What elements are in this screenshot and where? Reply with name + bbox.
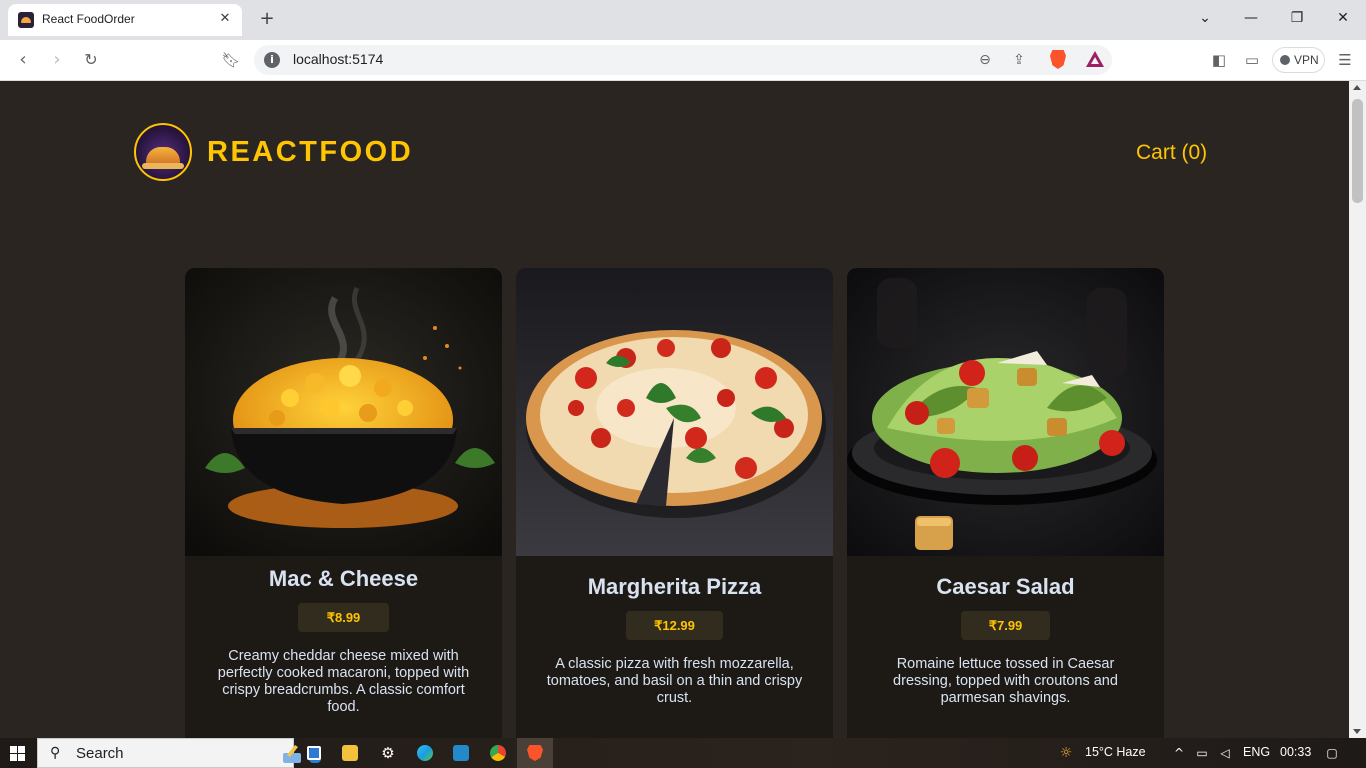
battery-icon[interactable]: ▭	[1194, 745, 1210, 761]
brave-shields-icon[interactable]	[1050, 50, 1066, 69]
meal-card: Mac & Cheese ₹8.99 Creamy cheddar cheese…	[185, 268, 502, 738]
meal-price: ₹12.99	[626, 611, 723, 640]
restore-button[interactable]: ❐	[1274, 4, 1320, 32]
brand-title: REACTFOOD	[207, 136, 414, 168]
page-scrollbar[interactable]	[1349, 81, 1366, 738]
meal-price: ₹7.99	[961, 611, 1050, 640]
logo-plate-shape	[142, 163, 184, 169]
meal-image-mac-cheese	[185, 268, 502, 556]
meal-description: A classic pizza with fresh mozzarella, t…	[546, 656, 803, 706]
menu-icon[interactable]: ☰	[1333, 49, 1357, 71]
browser-tab[interactable]: React FoodOrder ✕	[8, 4, 242, 36]
tab-title: React FoodOrder	[42, 12, 135, 26]
site-info-icon[interactable]: i	[264, 52, 280, 68]
brave-icon	[527, 745, 543, 761]
edge-button[interactable]	[407, 738, 443, 768]
weather-icon[interactable]: ☼	[1055, 745, 1077, 761]
windows-start-icon[interactable]	[10, 746, 25, 761]
search-icon: ⚲	[50, 745, 61, 761]
settings-button[interactable]: ⚙	[370, 738, 406, 768]
wallet-icon[interactable]: ▭	[1240, 49, 1264, 71]
chrome-button[interactable]	[480, 738, 516, 768]
task-view-button[interactable]	[296, 738, 332, 768]
bookmark-icon[interactable]: 🔖︎	[218, 47, 244, 73]
new-tab-button[interactable]: +	[256, 8, 278, 30]
scroll-up-arrow-icon[interactable]	[1353, 85, 1361, 90]
url-text[interactable]: localhost:5174	[293, 51, 383, 67]
minimize-button[interactable]: —	[1228, 4, 1274, 32]
window-close-button[interactable]: ✕	[1320, 4, 1366, 32]
meal-title: Caesar Salad	[936, 574, 1075, 599]
address-bar[interactable]: i localhost:5174 ⊖ ⇪	[254, 45, 1112, 75]
brave-rewards-icon[interactable]	[1086, 51, 1104, 67]
vscode-icon	[453, 745, 469, 761]
vscode-button[interactable]	[443, 738, 479, 768]
tab-close-icon[interactable]: ✕	[216, 10, 234, 28]
meal-price: ₹8.99	[298, 603, 389, 632]
file-explorer-button[interactable]	[332, 738, 368, 768]
reload-button[interactable]: ↻	[78, 47, 104, 73]
vpn-status-icon	[1280, 55, 1290, 65]
vpn-button[interactable]: VPN	[1272, 47, 1325, 73]
browser-toolbar: ‹ › ↻ 🔖︎ i localhost:5174 ⊖ ⇪ ◧ ▭ VPN ☰	[0, 40, 1366, 81]
scroll-thumb[interactable]	[1352, 99, 1363, 203]
edge-icon	[417, 745, 433, 761]
meal-card: Margherita Pizza ₹12.99 A classic pizza …	[516, 268, 833, 738]
forward-button[interactable]: ›	[44, 47, 70, 73]
meal-image-caesar-salad	[847, 268, 1164, 556]
folder-icon	[342, 745, 358, 761]
page-viewport: REACTFOOD Cart (0) Mac & Cheese ₹8.99 Cr…	[0, 81, 1349, 738]
weather-text[interactable]: 15°C Haze	[1085, 745, 1146, 759]
language-indicator[interactable]: ENG	[1243, 745, 1270, 759]
meal-title: Margherita Pizza	[587, 574, 762, 599]
app-logo	[134, 123, 192, 181]
share-icon[interactable]: ⇪	[1008, 49, 1030, 71]
chevron-up-icon[interactable]: ^	[1171, 745, 1187, 761]
favicon-icon	[18, 12, 34, 28]
brave-button[interactable]	[517, 738, 553, 768]
scroll-down-arrow-icon[interactable]	[1353, 729, 1361, 734]
gear-icon: ⚙	[381, 744, 395, 762]
meal-title: Mac & Cheese	[268, 566, 419, 591]
tab-search-chevron-icon[interactable]: ⌄	[1182, 4, 1228, 32]
sidebar-toggle-icon[interactable]: ◧	[1207, 49, 1231, 71]
search-label: Search	[76, 745, 124, 762]
browser-tabstrip: React FoodOrder ✕ + ⌄ — ❐ ✕	[0, 0, 1366, 40]
vpn-label: VPN	[1294, 53, 1319, 67]
meal-image-margherita-pizza	[516, 268, 833, 556]
clock[interactable]: 00:33	[1280, 745, 1311, 759]
meal-description: Creamy cheddar cheese mixed with perfect…	[217, 648, 470, 715]
meal-card: Caesar Salad ₹7.99 Romaine lettuce tosse…	[847, 268, 1164, 738]
windows-taskbar: ⚲ Search ⚙ ☼ 15°C Haze ^ ▭ ◁ ENG 00:33 ▢	[0, 738, 1366, 768]
back-button[interactable]: ‹	[10, 47, 36, 73]
zoom-icon[interactable]: ⊖	[974, 49, 996, 71]
volume-icon[interactable]: ◁	[1217, 745, 1233, 761]
meal-description: Romaine lettuce tossed in Caesar dressin…	[893, 656, 1118, 706]
cart-button[interactable]: Cart (0)	[1136, 141, 1207, 165]
taskbar-search-box[interactable]: ⚲ Search	[37, 738, 321, 768]
chrome-icon	[490, 745, 506, 761]
notification-icon[interactable]: ▢	[1324, 745, 1340, 761]
task-view-icon	[307, 746, 321, 760]
